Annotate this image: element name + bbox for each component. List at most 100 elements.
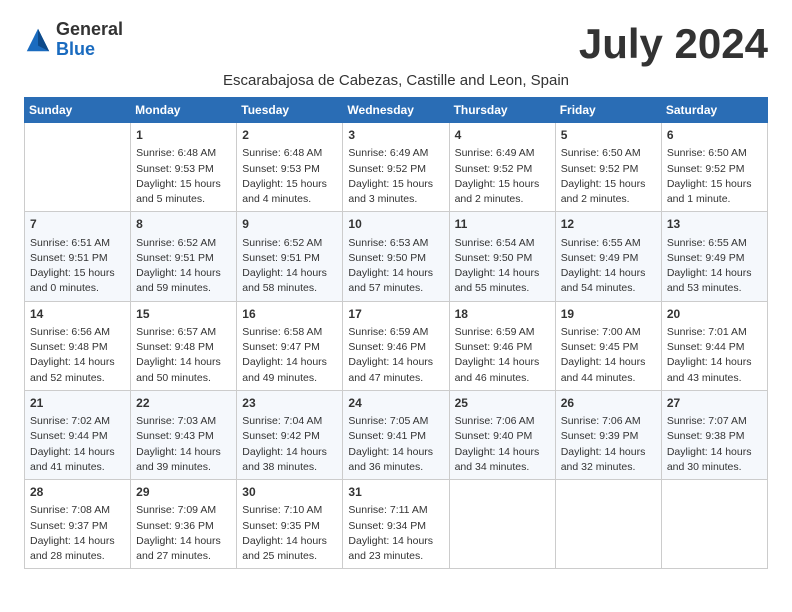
calendar-cell: 12 Sunrise: 6:55 AMSunset: 9:49 PMDayligh…	[555, 212, 661, 301]
cell-details: Sunrise: 6:50 AMSunset: 9:52 PMDaylight:…	[667, 146, 762, 207]
cell-details: Sunrise: 7:04 AMSunset: 9:42 PMDaylight:…	[242, 414, 337, 475]
day-number: 31	[348, 484, 443, 501]
cell-details: Sunrise: 6:51 AMSunset: 9:51 PMDaylight:…	[30, 236, 125, 297]
cell-details: Sunrise: 6:52 AMSunset: 9:51 PMDaylight:…	[136, 236, 231, 297]
cell-details: Sunrise: 7:10 AMSunset: 9:35 PMDaylight:…	[242, 503, 337, 564]
calendar-cell	[449, 480, 555, 569]
calendar-cell: 6Sunrise: 6:50 AMSunset: 9:52 PMDaylight…	[661, 123, 767, 212]
cell-details: Sunrise: 6:59 AMSunset: 9:46 PMDaylight:…	[348, 325, 443, 386]
cell-details: Sunrise: 7:03 AMSunset: 9:43 PMDaylight:…	[136, 414, 231, 475]
day-number: 13	[667, 216, 762, 233]
calendar-cell: 8Sunrise: 6:52 AMSunset: 9:51 PMDaylight…	[131, 212, 237, 301]
day-number: 14	[30, 306, 125, 323]
calendar-cell: 1 Sunrise: 6:48 AMSunset: 9:53 PMDaylight…	[131, 123, 237, 212]
cell-details: Sunrise: 7:06 AMSunset: 9:39 PMDaylight:…	[561, 414, 656, 475]
day-number: 23	[242, 395, 337, 412]
calendar-cell: 4 Sunrise: 6:49 AMSunset: 9:52 PMDaylight…	[449, 123, 555, 212]
calendar-cell: 29Sunrise: 7:09 AMSunset: 9:36 PMDayligh…	[131, 480, 237, 569]
calendar-subtitle: Escarabajosa de Cabezas, Castille and Le…	[24, 72, 768, 89]
day-of-week-header: Saturday	[661, 98, 767, 123]
day-number: 26	[561, 395, 656, 412]
cell-details: Sunrise: 7:05 AMSunset: 9:41 PMDaylight:…	[348, 414, 443, 475]
day-number: 12	[561, 216, 656, 233]
day-number: 10	[348, 216, 443, 233]
calendar-cell: 11Sunrise: 6:54 AMSunset: 9:50 PMDayligh…	[449, 212, 555, 301]
cell-details: Sunrise: 7:07 AMSunset: 9:38 PMDaylight:…	[667, 414, 762, 475]
calendar-cell: 3 Sunrise: 6:49 AMSunset: 9:52 PMDaylight…	[343, 123, 449, 212]
logo-blue: Blue	[56, 40, 123, 60]
calendar-cell: 31 Sunrise: 7:11 AMSunset: 9:34 PMDayligh…	[343, 480, 449, 569]
day-number: 11	[455, 216, 550, 233]
page-header: General Blue July 2024	[24, 20, 768, 68]
day-number: 24	[348, 395, 443, 412]
logo-text: General Blue	[56, 20, 123, 60]
day-number: 30	[242, 484, 337, 501]
calendar-cell: 21Sunrise: 7:02 AMSunset: 9:44 PMDayligh…	[25, 390, 131, 479]
cell-details: Sunrise: 6:57 AMSunset: 9:48 PMDaylight:…	[136, 325, 231, 386]
cell-details: Sunrise: 6:58 AMSunset: 9:47 PMDaylight:…	[242, 325, 337, 386]
cell-details: Sunrise: 7:08 AMSunset: 9:37 PMDaylight:…	[30, 503, 125, 564]
calendar-cell: 9Sunrise: 6:52 AMSunset: 9:51 PMDaylight…	[237, 212, 343, 301]
calendar-week-row: 28 Sunrise: 7:08 AMSunset: 9:37 PMDayligh…	[25, 480, 768, 569]
logo-general: General	[56, 20, 123, 40]
calendar-cell: 18Sunrise: 6:59 AMSunset: 9:46 PMDayligh…	[449, 301, 555, 390]
day-of-week-header: Thursday	[449, 98, 555, 123]
calendar-cell: 10 Sunrise: 6:53 AMSunset: 9:50 PMDayligh…	[343, 212, 449, 301]
calendar-week-row: 14 Sunrise: 6:56 AMSunset: 9:48 PMDayligh…	[25, 301, 768, 390]
calendar-cell: 14 Sunrise: 6:56 AMSunset: 9:48 PMDayligh…	[25, 301, 131, 390]
calendar-week-row: 21Sunrise: 7:02 AMSunset: 9:44 PMDayligh…	[25, 390, 768, 479]
cell-details: Sunrise: 7:06 AMSunset: 9:40 PMDaylight:…	[455, 414, 550, 475]
cell-details: Sunrise: 6:56 AMSunset: 9:48 PMDaylight:…	[30, 325, 125, 386]
calendar-cell: 7Sunrise: 6:51 AMSunset: 9:51 PMDaylight…	[25, 212, 131, 301]
cell-details: Sunrise: 6:49 AMSunset: 9:52 PMDaylight:…	[455, 146, 550, 207]
day-number: 3	[348, 127, 443, 144]
day-number: 20	[667, 306, 762, 323]
calendar-cell: 25 Sunrise: 7:06 AMSunset: 9:40 PMDayligh…	[449, 390, 555, 479]
calendar-cell	[25, 123, 131, 212]
calendar-cell: 28 Sunrise: 7:08 AMSunset: 9:37 PMDayligh…	[25, 480, 131, 569]
day-number: 4	[455, 127, 550, 144]
cell-details: Sunrise: 6:55 AMSunset: 9:49 PMDaylight:…	[667, 236, 762, 297]
calendar-cell: 22Sunrise: 7:03 AMSunset: 9:43 PMDayligh…	[131, 390, 237, 479]
day-of-week-header: Tuesday	[237, 98, 343, 123]
cell-details: Sunrise: 6:55 AMSunset: 9:49 PMDaylight:…	[561, 236, 656, 297]
calendar-cell: 30 Sunrise: 7:10 AMSunset: 9:35 PMDayligh…	[237, 480, 343, 569]
day-number: 19	[561, 306, 656, 323]
day-number: 21	[30, 395, 125, 412]
calendar-cell: 15 Sunrise: 6:57 AMSunset: 9:48 PMDayligh…	[131, 301, 237, 390]
cell-details: Sunrise: 6:48 AMSunset: 9:53 PMDaylight:…	[136, 146, 231, 207]
logo: General Blue	[24, 20, 123, 60]
cell-details: Sunrise: 6:48 AMSunset: 9:53 PMDaylight:…	[242, 146, 337, 207]
day-number: 25	[455, 395, 550, 412]
cell-details: Sunrise: 6:49 AMSunset: 9:52 PMDaylight:…	[348, 146, 443, 207]
calendar-cell: 16 Sunrise: 6:58 AMSunset: 9:47 PMDayligh…	[237, 301, 343, 390]
cell-details: Sunrise: 7:11 AMSunset: 9:34 PMDaylight:…	[348, 503, 443, 564]
calendar-week-row: 7Sunrise: 6:51 AMSunset: 9:51 PMDaylight…	[25, 212, 768, 301]
calendar-table: SundayMondayTuesdayWednesdayThursdayFrid…	[24, 97, 768, 569]
day-number: 5	[561, 127, 656, 144]
calendar-cell: 26 Sunrise: 7:06 AMSunset: 9:39 PMDayligh…	[555, 390, 661, 479]
day-number: 1	[136, 127, 231, 144]
calendar-week-row: 1 Sunrise: 6:48 AMSunset: 9:53 PMDaylight…	[25, 123, 768, 212]
day-number: 28	[30, 484, 125, 501]
day-number: 18	[455, 306, 550, 323]
calendar-cell: 20Sunrise: 7:01 AMSunset: 9:44 PMDayligh…	[661, 301, 767, 390]
day-of-week-header: Sunday	[25, 98, 131, 123]
day-number: 17	[348, 306, 443, 323]
calendar-cell	[555, 480, 661, 569]
calendar-cell: 13 Sunrise: 6:55 AMSunset: 9:49 PMDayligh…	[661, 212, 767, 301]
day-number: 29	[136, 484, 231, 501]
calendar-cell: 24 Sunrise: 7:05 AMSunset: 9:41 PMDayligh…	[343, 390, 449, 479]
calendar-header-row: SundayMondayTuesdayWednesdayThursdayFrid…	[25, 98, 768, 123]
calendar-cell: 2Sunrise: 6:48 AMSunset: 9:53 PMDaylight…	[237, 123, 343, 212]
logo-icon	[24, 26, 52, 54]
calendar-cell	[661, 480, 767, 569]
calendar-cell: 27Sunrise: 7:07 AMSunset: 9:38 PMDayligh…	[661, 390, 767, 479]
day-of-week-header: Wednesday	[343, 98, 449, 123]
calendar-cell: 19 Sunrise: 7:00 AMSunset: 9:45 PMDayligh…	[555, 301, 661, 390]
cell-details: Sunrise: 6:53 AMSunset: 9:50 PMDaylight:…	[348, 236, 443, 297]
cell-details: Sunrise: 7:00 AMSunset: 9:45 PMDaylight:…	[561, 325, 656, 386]
day-of-week-header: Monday	[131, 98, 237, 123]
day-number: 15	[136, 306, 231, 323]
day-number: 16	[242, 306, 337, 323]
